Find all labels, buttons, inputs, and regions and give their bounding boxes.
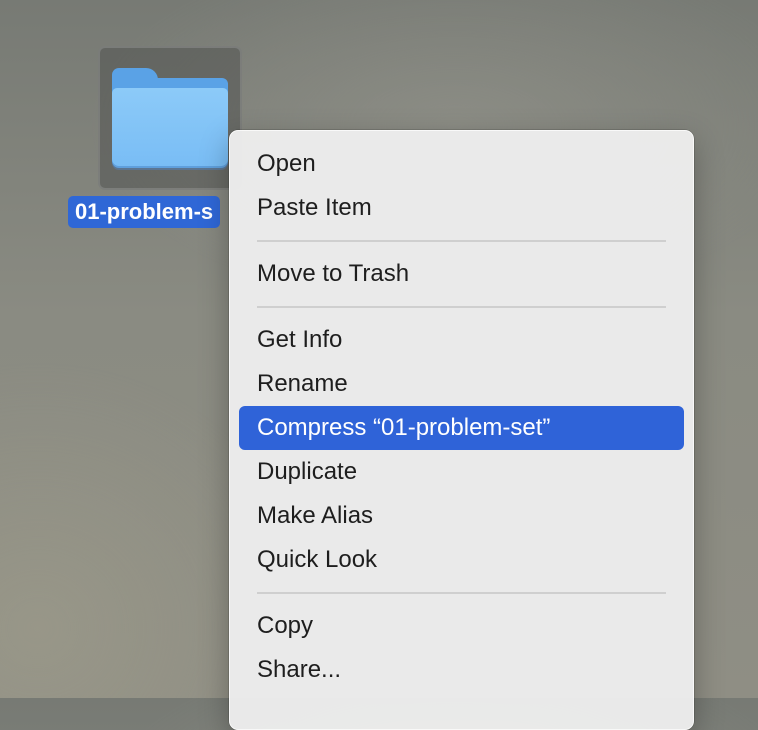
menu-separator bbox=[257, 306, 666, 308]
menu-item-copy[interactable]: Copy bbox=[239, 604, 684, 648]
menu-item-duplicate[interactable]: Duplicate bbox=[239, 450, 684, 494]
menu-item-rename[interactable]: Rename bbox=[239, 362, 684, 406]
menu-item-compress[interactable]: Compress “01-problem-set” bbox=[239, 406, 684, 450]
menu-item-get-info[interactable]: Get Info bbox=[239, 318, 684, 362]
desktop-folder-tile[interactable] bbox=[98, 46, 242, 190]
menu-item-quick-look[interactable]: Quick Look bbox=[239, 538, 684, 582]
folder-icon bbox=[110, 68, 230, 170]
folder-name-label[interactable]: 01-problem-s bbox=[68, 196, 221, 228]
menu-separator bbox=[257, 240, 666, 242]
menu-item-paste-item[interactable]: Paste Item bbox=[239, 186, 684, 230]
menu-separator bbox=[257, 592, 666, 594]
menu-item-open[interactable]: Open bbox=[239, 142, 684, 186]
menu-item-share[interactable]: Share... bbox=[239, 648, 684, 692]
menu-item-make-alias[interactable]: Make Alias bbox=[239, 494, 684, 538]
context-menu: Open Paste Item Move to Trash Get Info R… bbox=[229, 130, 694, 730]
menu-item-move-to-trash[interactable]: Move to Trash bbox=[239, 252, 684, 296]
